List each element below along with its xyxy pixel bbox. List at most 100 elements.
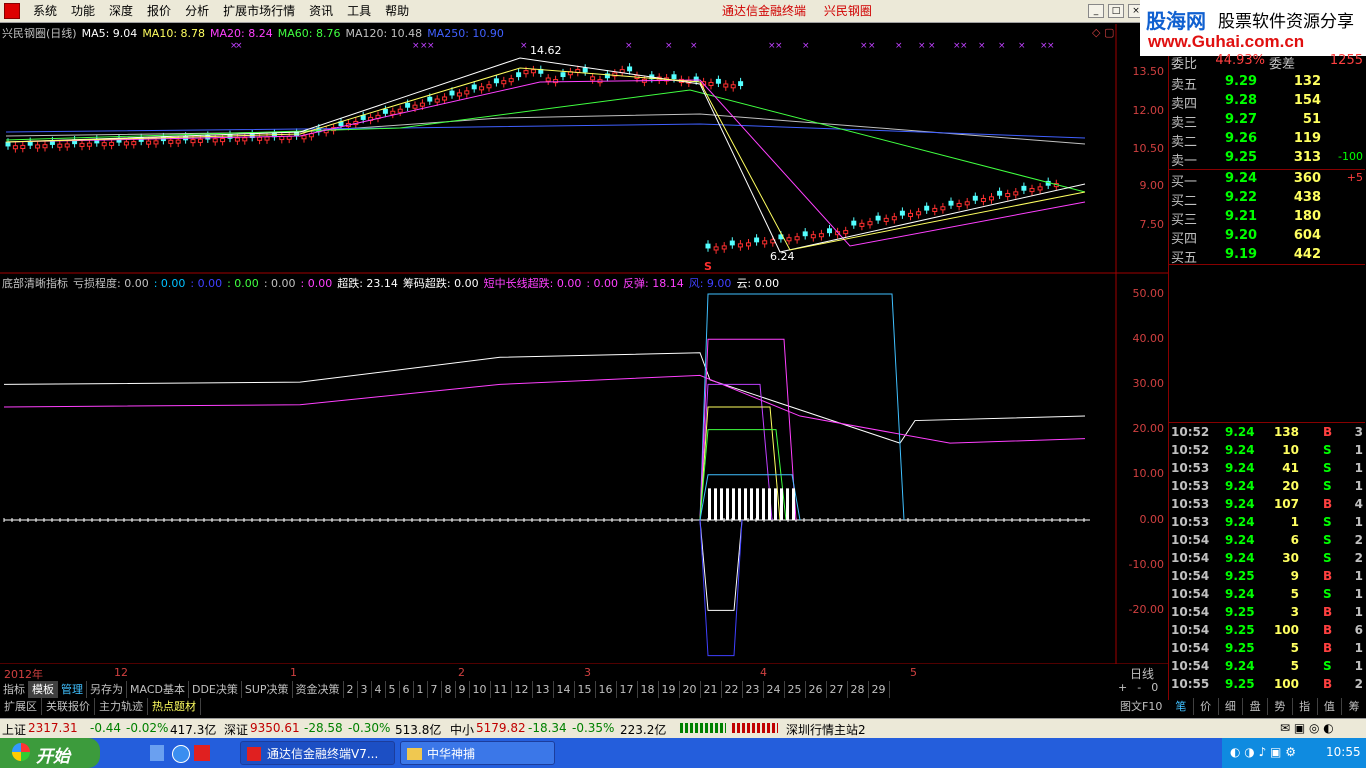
- indicator-tab-34[interactable]: 27: [827, 681, 848, 698]
- ask-row-4[interactable]: 卖一 9.25 313 -100: [1169, 149, 1365, 169]
- tick-s: S: [1323, 461, 1332, 475]
- quote-tab-2[interactable]: 细: [1219, 698, 1244, 715]
- tick-n: 1: [1354, 587, 1363, 601]
- tick-t: 10:53: [1171, 461, 1210, 475]
- indicator-tab-25[interactable]: 18: [638, 681, 659, 698]
- quote-tab-4[interactable]: 势: [1268, 698, 1293, 715]
- tick-p: 9.25: [1225, 641, 1255, 655]
- menu-item-6[interactable]: 资讯: [302, 3, 340, 19]
- indicator-tab-3[interactable]: 另存为: [87, 681, 127, 698]
- menu-item-1[interactable]: 功能: [64, 3, 102, 19]
- start-button[interactable]: 开始: [0, 738, 100, 768]
- menu-item-3[interactable]: 报价: [140, 3, 178, 19]
- minimize-button[interactable]: _: [1088, 4, 1104, 18]
- quote-tab-7[interactable]: 筹: [1342, 698, 1366, 715]
- indicator-tab-24[interactable]: 17: [617, 681, 638, 698]
- indicator-tab-31[interactable]: 24: [764, 681, 785, 698]
- server-name[interactable]: 深圳行情主站2: [786, 721, 866, 738]
- indicator-tab-32[interactable]: 25: [785, 681, 806, 698]
- indicator-tab-10[interactable]: 4: [372, 681, 386, 698]
- f10-button[interactable]: 图文F10: [1120, 698, 1162, 714]
- indicator-tab-20[interactable]: 13: [533, 681, 554, 698]
- indicator-tab-33[interactable]: 26: [806, 681, 827, 698]
- indicator-tab-23[interactable]: 16: [596, 681, 617, 698]
- quote-tab-0[interactable]: 笔: [1169, 698, 1194, 715]
- ext-tab-0[interactable]: 扩展区: [0, 698, 42, 715]
- ext-tab-1[interactable]: 关联报价: [42, 698, 95, 715]
- indicator-tab-15[interactable]: 8: [442, 681, 456, 698]
- sh-value: 2317.31: [28, 721, 78, 735]
- tick-n: 1: [1354, 659, 1363, 673]
- menu-item-0[interactable]: 系统: [26, 3, 64, 19]
- ask-row-2[interactable]: 卖三 9.27 51: [1169, 111, 1365, 131]
- indicator-tab-28[interactable]: 21: [701, 681, 722, 698]
- menu-item-7[interactable]: 工具: [340, 3, 378, 19]
- ext-tab-2[interactable]: 主力轨迹: [95, 698, 148, 715]
- indicator-tab-0[interactable]: 指标: [0, 681, 29, 698]
- indicator-tab-7[interactable]: 资金决策: [293, 681, 344, 698]
- browser-icon[interactable]: [172, 745, 190, 763]
- zoom-button-0[interactable]: +: [1118, 681, 1127, 694]
- indicator-tab-36[interactable]: 29: [869, 681, 890, 698]
- indicator-tab-29[interactable]: 22: [722, 681, 743, 698]
- tdx-quick-icon[interactable]: [194, 745, 210, 761]
- indicator-tab-1[interactable]: 模板: [29, 681, 58, 698]
- indicator-tab-6[interactable]: SUP决策: [242, 681, 293, 698]
- task-tdx[interactable]: 通达信金融终端V7...: [240, 741, 395, 765]
- indicator-tab-21[interactable]: 14: [554, 681, 575, 698]
- indicator-tab-11[interactable]: 5: [386, 681, 400, 698]
- task-folder[interactable]: 中华神捕: [400, 741, 555, 765]
- restore-button[interactable]: □: [1108, 4, 1124, 18]
- ext-tab-3[interactable]: 热点题材: [148, 698, 201, 715]
- indicator-tab-35[interactable]: 28: [848, 681, 869, 698]
- indicator-tab-17[interactable]: 10: [470, 681, 491, 698]
- tick-n: 1: [1354, 479, 1363, 493]
- bid-row-3[interactable]: 买四 9.20 604: [1169, 227, 1365, 247]
- indicator-tab-9[interactable]: 3: [358, 681, 372, 698]
- menu-item-2[interactable]: 深度: [102, 3, 140, 19]
- indicator-tab-12[interactable]: 6: [400, 681, 414, 698]
- sz-strength-bar: [732, 723, 778, 733]
- indicator-tab-22[interactable]: 15: [575, 681, 596, 698]
- bid-row-4[interactable]: 买五 9.19 442: [1169, 246, 1365, 266]
- indicator-tab-5[interactable]: DDE决策: [189, 681, 242, 698]
- chart-canvas[interactable]: ×× × × × × × × × × × × × × × × × × × × × × × ×: [0, 24, 1168, 664]
- indicator-tab-30[interactable]: 23: [743, 681, 764, 698]
- indicator-tab-8[interactable]: 2: [344, 681, 358, 698]
- indicator-tab-16[interactable]: 9: [456, 681, 470, 698]
- indicator-tab-18[interactable]: 11: [491, 681, 512, 698]
- indicator-tab-2[interactable]: 管理: [58, 681, 87, 698]
- zoom-button-1[interactable]: -: [1137, 681, 1141, 694]
- menu-item-8[interactable]: 帮助: [378, 3, 416, 19]
- ask-row-0[interactable]: 卖五 9.29 132: [1169, 73, 1365, 93]
- indicator-tab-4[interactable]: MACD基本: [127, 681, 189, 698]
- indicator-tab-19[interactable]: 12: [512, 681, 533, 698]
- period-label[interactable]: 日线: [1130, 665, 1154, 682]
- signal-x-marker: ×: [802, 41, 810, 51]
- bid-row-2[interactable]: 买三 9.21 180: [1169, 208, 1365, 228]
- quote-tab-6[interactable]: 值: [1318, 698, 1343, 715]
- bid-row-0[interactable]: 买一 9.24 360 +5: [1169, 170, 1365, 190]
- ask-row-3[interactable]: 卖二 9.26 119: [1169, 130, 1365, 150]
- indicator-tab-26[interactable]: 19: [659, 681, 680, 698]
- menu-item-4[interactable]: 分析: [178, 3, 216, 19]
- ma60-line: [5, 89, 1086, 193]
- indicator-tab-13[interactable]: 1: [414, 681, 428, 698]
- candle-body: [924, 205, 930, 211]
- quote-tab-1[interactable]: 价: [1194, 698, 1219, 715]
- candle-body: [730, 84, 736, 89]
- tick-v: 100: [1273, 623, 1299, 637]
- sh-percent: -0.02%: [126, 721, 169, 735]
- indicator-tab-27[interactable]: 20: [680, 681, 701, 698]
- quote-tab-3[interactable]: 盘: [1243, 698, 1268, 715]
- show-desktop-icon[interactable]: [150, 745, 164, 761]
- zoom-button-2[interactable]: 0: [1151, 681, 1158, 694]
- bid-row-1[interactable]: 买二 9.22 438: [1169, 189, 1365, 209]
- menu-item-5[interactable]: 扩展市场行情: [216, 3, 302, 19]
- indicator-tab-14[interactable]: 7: [428, 681, 442, 698]
- ask-row-1[interactable]: 卖四 9.28 154: [1169, 92, 1365, 112]
- quote-tab-5[interactable]: 指: [1293, 698, 1318, 715]
- tick-s: S: [1323, 659, 1332, 673]
- bid-row-3-label: 买四: [1171, 232, 1198, 247]
- candle-body: [1021, 185, 1027, 191]
